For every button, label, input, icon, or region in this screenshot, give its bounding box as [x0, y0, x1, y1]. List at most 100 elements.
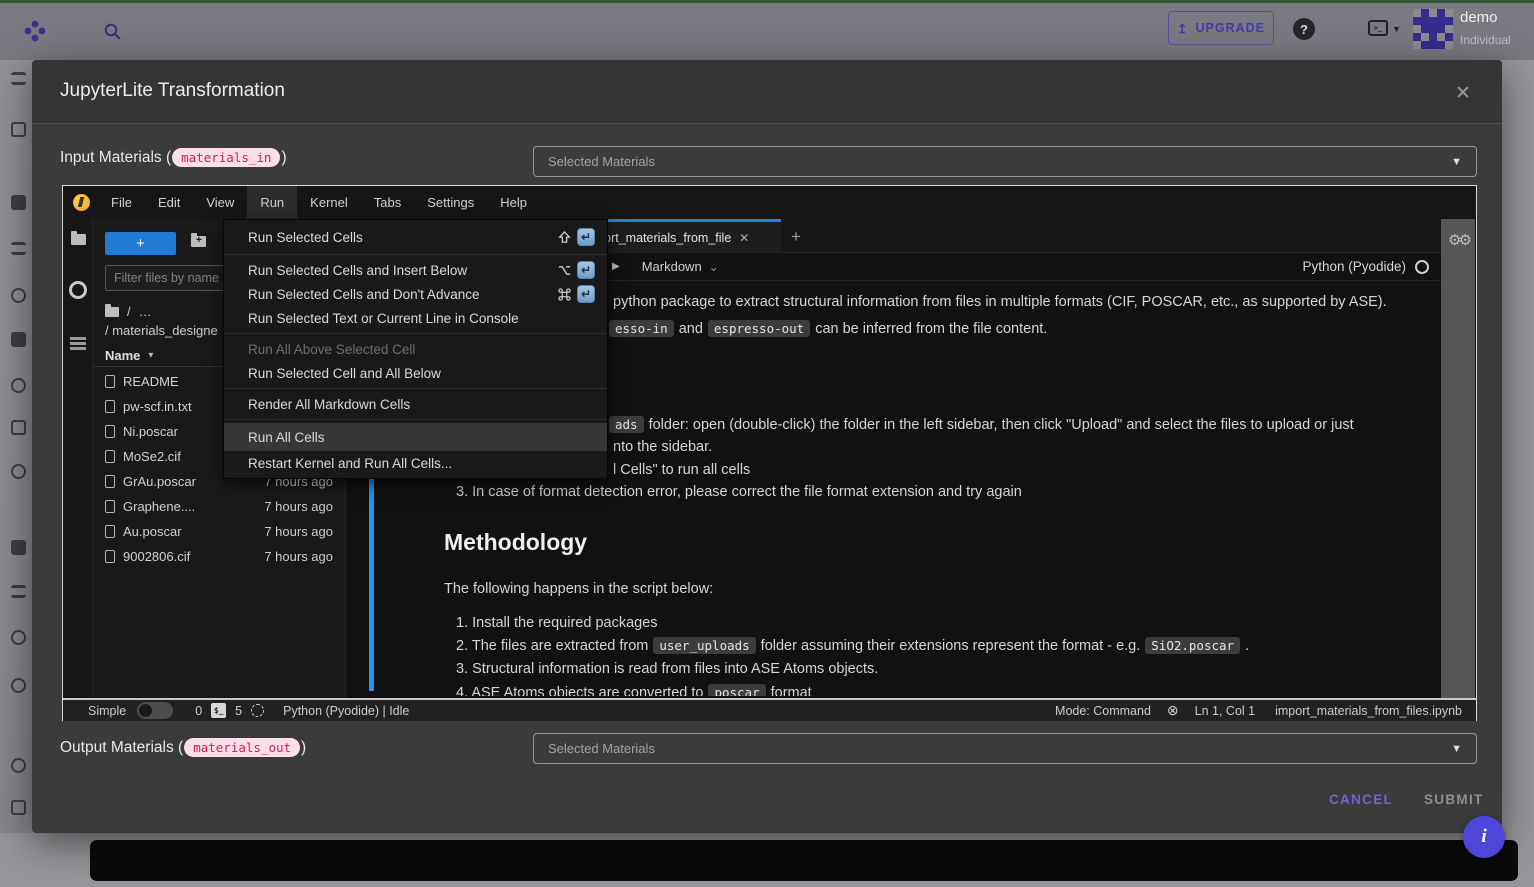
run-menu-item[interactable]: Run Selected Cells ↵: [224, 223, 607, 251]
menu-settings[interactable]: Settings: [414, 186, 487, 219]
info-fab[interactable]: i: [1463, 816, 1505, 858]
app-sidebar-icon: [11, 332, 26, 347]
console-icon[interactable]: >_: [1368, 20, 1388, 36]
breadcrumb[interactable]: / …: [105, 304, 152, 319]
close-icon[interactable]: ✕: [1450, 80, 1476, 106]
markdown-line: 4. ASE Atoms objects are converted topos…: [456, 685, 812, 696]
menu-help[interactable]: Help: [487, 186, 540, 219]
user-avatar[interactable]: [1413, 9, 1453, 49]
markdown-line: 2. The files are extracted fromuser_uplo…: [456, 638, 1249, 654]
input-materials-label: Input Materials ( materials_in ): [60, 148, 287, 167]
file-icon: [105, 550, 115, 563]
shift-key-icon: [558, 231, 571, 244]
markdown-line: 3. In case of format detection error, pl…: [456, 484, 1022, 500]
file-row[interactable]: Au.poscar7 hours ago: [93, 519, 345, 544]
app-sidebar-icon: [11, 288, 26, 303]
file-icon: [105, 400, 115, 413]
new-launcher-button[interactable]: +: [105, 232, 176, 255]
menu-kernel[interactable]: Kernel: [297, 186, 361, 219]
app-sidebar-icon: [11, 800, 26, 815]
markdown-line: nto the sidebar.: [613, 439, 712, 455]
kernel-status-icon: [1415, 260, 1429, 274]
home-folder-icon[interactable]: [105, 307, 119, 317]
option-key-icon: [558, 264, 571, 277]
upgrade-button[interactable]: ↥ UPGRADE: [1168, 11, 1274, 45]
run-menu-item[interactable]: Run Selected Cell and All Below: [224, 361, 607, 385]
dialog-title: JupyterLite Transformation: [60, 80, 285, 102]
console-caret-icon[interactable]: ▼: [1392, 24, 1401, 34]
markdown-line: adsfolder: open (double-click) the folde…: [609, 417, 1354, 433]
cell-type-select[interactable]: Markdown: [642, 259, 702, 274]
help-icon[interactable]: ?: [1293, 18, 1315, 40]
markdown-heading: Methodology: [444, 529, 587, 556]
run-menu-item[interactable]: Run Selected Cells and Insert Below ↵: [224, 258, 607, 282]
cancel-button[interactable]: CANCEL: [1329, 792, 1393, 807]
search-icon[interactable]: [103, 22, 123, 42]
command-key-icon: [558, 288, 571, 301]
mode-indicator: Mode: Command: [1055, 704, 1151, 718]
upgrade-arrow-icon: ↥: [1177, 21, 1188, 36]
terminals-count[interactable]: 0: [195, 704, 202, 718]
jupyterlite-transformation-dialog: JupyterLite Transformation ✕ Input Mater…: [32, 60, 1502, 833]
menu-run[interactable]: Run: [247, 186, 297, 219]
kernels-count[interactable]: 5: [235, 704, 242, 718]
app-sidebar-icon: [11, 630, 26, 645]
menu-file[interactable]: File: [98, 186, 145, 219]
run-menu-item[interactable]: Restart Kernel and Run All Cells...: [224, 451, 607, 475]
file-icon: [105, 450, 115, 463]
run-menu-item[interactable]: Render All Markdown Cells: [224, 392, 607, 416]
tab-close-icon[interactable]: ✕: [739, 231, 749, 245]
menu-separator: [224, 419, 607, 420]
markdown-line: esso-inandespresso-outcan be inferred fr…: [609, 321, 1047, 337]
markdown-line: The following happens in the script belo…: [444, 581, 713, 597]
menu-tabs[interactable]: Tabs: [361, 186, 414, 219]
app-sidebar-icon: [11, 758, 26, 773]
menu-separator: [224, 388, 607, 389]
run-cell-icon[interactable]: ▶: [612, 261, 620, 272]
simple-mode-toggle[interactable]: [137, 702, 173, 719]
kernel-status[interactable]: Python (Pyodide) | Idle: [283, 704, 409, 718]
jupyterlite-logo: [73, 194, 90, 211]
menu-edit[interactable]: Edit: [145, 186, 193, 219]
jupyter-activity-bar: [63, 219, 93, 698]
file-icon: [105, 525, 115, 538]
menu-view[interactable]: View: [193, 186, 247, 219]
simple-mode-label: Simple: [88, 704, 126, 718]
file-icon: [105, 475, 115, 488]
active-filename: import_materials_from_files.ipynb: [1275, 704, 1462, 718]
property-inspector-icon[interactable]: ⚙⚙: [1448, 231, 1469, 249]
submit-button[interactable]: SUBMIT: [1424, 792, 1484, 807]
output-materials-select[interactable]: Selected Materials ▼: [533, 733, 1477, 764]
markdown-line: python package to extract structural inf…: [613, 294, 1387, 310]
run-menu-item[interactable]: Run Selected Text or Current Line in Con…: [224, 306, 607, 330]
app-logo[interactable]: [23, 19, 47, 43]
file-row[interactable]: Graphene....7 hours ago: [93, 494, 345, 519]
input-materials-chip: materials_in: [172, 148, 280, 167]
running-kernels-icon[interactable]: [69, 281, 87, 299]
new-tab-button[interactable]: +: [783, 224, 809, 250]
app-sidebar-icon: [11, 122, 26, 137]
output-materials-label: Output Materials ( materials_out ): [60, 738, 306, 757]
markdown-line: 3. Structural information is read from f…: [456, 661, 878, 677]
app-dark-panel: [90, 840, 1518, 881]
new-folder-icon[interactable]: +: [191, 236, 206, 247]
jupyter-statusbar: Simple 0 $_ 5 Python (Pyodide) | Idle Mo…: [63, 698, 1476, 721]
file-browser-icon[interactable]: [71, 234, 86, 245]
cursor-position[interactable]: Ln 1, Col 1: [1195, 704, 1255, 718]
file-row[interactable]: 9002806.cif7 hours ago: [93, 544, 345, 569]
menu-separator: [224, 333, 607, 334]
run-menu-item[interactable]: Run Selected Cells and Don't Advance ↵: [224, 282, 607, 306]
app-left-sidebar: [0, 60, 32, 887]
shield-icon[interactable]: ⊗: [1167, 702, 1179, 719]
file-icon: [105, 425, 115, 438]
input-materials-select[interactable]: Selected Materials ▼: [533, 146, 1477, 177]
kernel-indicator[interactable]: Python (Pyodide): [1302, 259, 1429, 274]
table-of-contents-icon[interactable]: [70, 337, 86, 340]
app-sidebar-icon: [11, 464, 26, 479]
app-sidebar-icon: [11, 195, 26, 210]
run-menu-item-run-all-cells[interactable]: Run All Cells: [224, 423, 607, 451]
app-content-dimmed: [0, 833, 1534, 887]
app-sidebar-icon: [11, 678, 26, 693]
markdown-line: l Cells" to run all cells: [613, 462, 750, 478]
chevron-down-icon: ▼: [1451, 156, 1462, 168]
